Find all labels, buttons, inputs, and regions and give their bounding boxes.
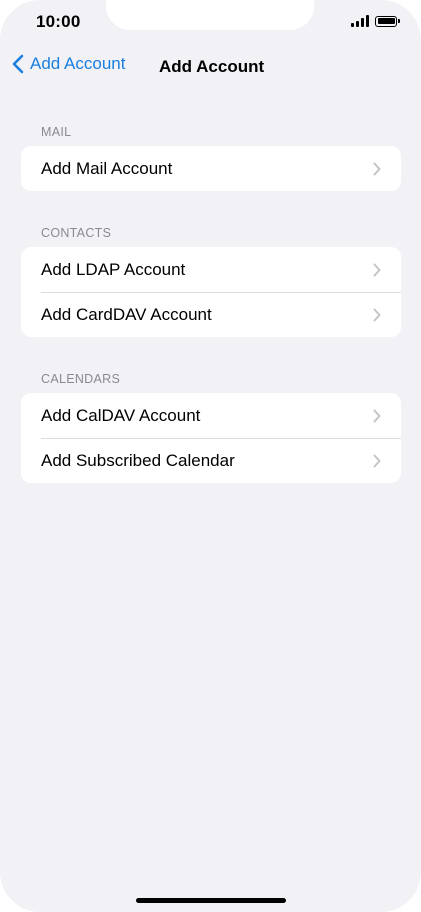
status-time: 10:00 bbox=[36, 12, 81, 31]
status-icons bbox=[351, 15, 400, 27]
phone-screen: 10:00 Add Account Add Account MAIL Add M… bbox=[0, 0, 421, 912]
notch bbox=[106, 0, 314, 30]
battery-icon bbox=[375, 15, 400, 27]
row-label: Add LDAP Account bbox=[41, 259, 186, 279]
chevron-right-icon bbox=[373, 454, 381, 468]
chevron-left-icon bbox=[12, 54, 24, 74]
page-title: Add Account bbox=[159, 57, 265, 76]
navigation-bar: Add Account Add Account bbox=[0, 54, 421, 82]
section-header-contacts: CONTACTS bbox=[41, 226, 112, 240]
row-add-mail-account[interactable]: Add Mail Account bbox=[21, 146, 401, 191]
row-label: Add Mail Account bbox=[41, 158, 173, 178]
row-label: Add CalDAV Account bbox=[41, 405, 201, 425]
back-button[interactable]: Add Account bbox=[12, 54, 125, 74]
section-header-calendars: CALENDARS bbox=[41, 372, 121, 386]
group-calendars: Add CalDAV Account Add Subscribed Calend… bbox=[21, 393, 401, 483]
row-add-subscribed-calendar[interactable]: Add Subscribed Calendar bbox=[21, 438, 401, 483]
row-add-carddav-account[interactable]: Add CardDAV Account bbox=[21, 292, 401, 337]
signal-icon bbox=[351, 15, 369, 27]
group-mail: Add Mail Account bbox=[21, 146, 401, 191]
row-add-ldap-account[interactable]: Add LDAP Account bbox=[21, 247, 401, 292]
group-contacts: Add LDAP Account Add CardDAV Account bbox=[21, 247, 401, 337]
home-indicator[interactable] bbox=[136, 898, 286, 903]
chevron-right-icon bbox=[373, 263, 381, 277]
row-label: Add Subscribed Calendar bbox=[41, 450, 235, 470]
section-header-mail: MAIL bbox=[41, 125, 72, 139]
row-add-caldav-account[interactable]: Add CalDAV Account bbox=[21, 393, 401, 438]
chevron-right-icon bbox=[373, 409, 381, 423]
chevron-right-icon bbox=[373, 308, 381, 322]
back-button-label: Add Account bbox=[30, 54, 126, 73]
row-label: Add CardDAV Account bbox=[41, 304, 212, 324]
chevron-right-icon bbox=[373, 162, 381, 176]
